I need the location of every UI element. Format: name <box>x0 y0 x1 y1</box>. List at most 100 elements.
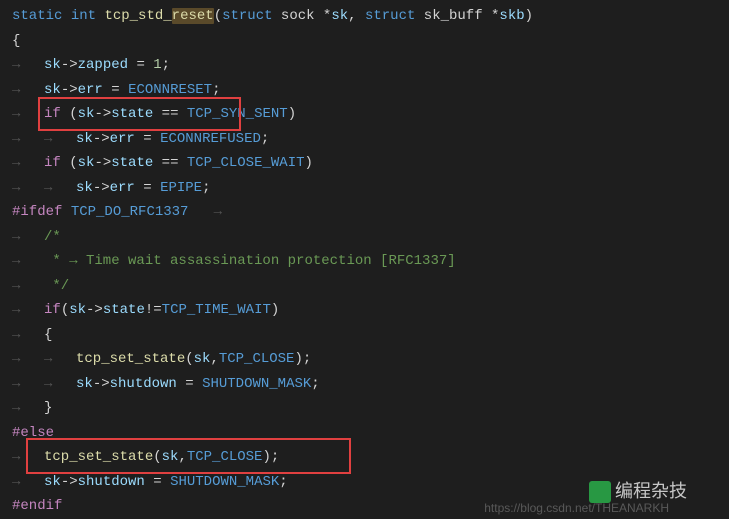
op: -> <box>93 180 110 196</box>
code-line[interactable]: → /* <box>0 225 729 250</box>
indent-guide: → <box>12 176 44 201</box>
op: -> <box>93 131 110 147</box>
var: sk <box>44 82 61 98</box>
op: = <box>135 131 160 147</box>
indent-guide: → <box>44 176 76 201</box>
code-line[interactable]: → sk->err = ECONNRESET; <box>0 78 729 103</box>
op: -> <box>61 82 78 98</box>
const: TCP_CLOSE_WAIT <box>187 155 305 171</box>
code-line[interactable]: → if (sk->state == TCP_CLOSE_WAIT) <box>0 151 729 176</box>
var: sk <box>78 155 95 171</box>
indent-guide: → <box>12 78 44 103</box>
param-sk: sk <box>331 8 348 24</box>
code-line[interactable]: { <box>0 29 729 54</box>
selection: reset <box>172 8 214 24</box>
code-line[interactable]: → tcp_set_state(sk,TCP_CLOSE); <box>0 445 729 470</box>
code-line[interactable]: → { <box>0 323 729 348</box>
member: shutdown <box>78 474 145 490</box>
op: = <box>145 474 170 490</box>
brace: } <box>44 400 52 416</box>
code-editor[interactable]: static int tcp_std_reset(struct sock *sk… <box>0 4 729 519</box>
code-line[interactable]: → */ <box>0 274 729 299</box>
code-line[interactable]: → → tcp_set_state(sk,TCP_CLOSE); <box>0 347 729 372</box>
kw-if: if <box>44 155 61 171</box>
indent-guide: → <box>44 127 76 152</box>
fn-call: tcp_set_state <box>76 351 185 367</box>
var: sk <box>44 474 61 490</box>
op: -> <box>94 106 111 122</box>
code-line[interactable]: → sk->zapped = 1; <box>0 53 729 78</box>
code-line[interactable]: #else <box>0 421 729 446</box>
indent-guide: → <box>12 249 44 274</box>
code-line[interactable]: → } <box>0 396 729 421</box>
param-skb: skb <box>499 8 524 24</box>
op: == <box>153 106 187 122</box>
comment: */ <box>44 278 69 294</box>
var: sk <box>76 376 93 392</box>
preproc: #ifdef <box>12 204 62 220</box>
code-line[interactable]: → * → Time wait assassination protection… <box>0 249 729 274</box>
watermark-label: 编程杂技 <box>589 477 687 503</box>
const: TCP_CLOSE <box>187 449 263 465</box>
const: TCP_TIME_WAIT <box>162 302 271 318</box>
number: 1 <box>153 57 161 73</box>
indent-guide: → <box>12 347 44 372</box>
var: sk <box>76 180 93 196</box>
var: sk <box>76 131 93 147</box>
var: sk <box>78 106 95 122</box>
op: = <box>177 376 202 392</box>
op: == <box>153 155 187 171</box>
comment: * → Time wait assassination protection [… <box>44 253 456 269</box>
code-line[interactable]: → → sk->shutdown = SHUTDOWN_MASK; <box>0 372 729 397</box>
var: sk <box>162 449 179 465</box>
const: TCP_SYN_SENT <box>187 106 288 122</box>
kw-static: static <box>12 8 62 24</box>
code-line[interactable]: → if (sk->state == TCP_SYN_SENT) <box>0 102 729 127</box>
const: EPIPE <box>160 180 202 196</box>
macro: TCP_DO_RFC1337 <box>71 204 189 220</box>
kw-struct: struct <box>365 8 415 24</box>
code-line[interactable]: static int tcp_std_reset(struct sock *sk… <box>0 4 729 29</box>
op: -> <box>94 155 111 171</box>
indent-guide: → <box>44 372 76 397</box>
guide: → <box>214 200 222 225</box>
type-skbuff: sk_buff <box>424 8 483 24</box>
code-line[interactable]: → → sk->err = EPIPE; <box>0 176 729 201</box>
const: SHUTDOWN_MASK <box>170 474 279 490</box>
wechat-icon <box>589 481 611 503</box>
op: != <box>145 302 162 318</box>
fn-name: tcp_std_reset <box>104 8 213 24</box>
indent-guide: → <box>12 396 44 421</box>
var: sk <box>44 57 61 73</box>
kw-if: if <box>44 302 61 318</box>
kw-int: int <box>71 8 96 24</box>
member: err <box>110 180 135 196</box>
indent-guide: → <box>12 151 44 176</box>
member: zapped <box>78 57 128 73</box>
watermark-url: https://blog.csdn.net/THEANARKH <box>484 501 669 515</box>
indent-guide: → <box>12 372 44 397</box>
code-line[interactable]: → if(sk->state!=TCP_TIME_WAIT) <box>0 298 729 323</box>
member: state <box>111 106 153 122</box>
op: -> <box>61 57 78 73</box>
op: = <box>128 57 153 73</box>
op: -> <box>93 376 110 392</box>
const: ECONNREFUSED <box>160 131 261 147</box>
member: err <box>110 131 135 147</box>
kw-if: if <box>44 106 61 122</box>
fn-call: tcp_set_state <box>44 449 153 465</box>
op: -> <box>61 474 78 490</box>
brace: { <box>12 33 20 49</box>
member: shutdown <box>110 376 177 392</box>
var: sk <box>194 351 211 367</box>
indent-guide: → <box>12 323 44 348</box>
indent-guide: → <box>12 127 44 152</box>
var: sk <box>69 302 86 318</box>
indent-guide: → <box>12 225 44 250</box>
code-line[interactable]: #ifdef TCP_DO_RFC1337 → <box>0 200 729 225</box>
indent-guide: → <box>44 347 76 372</box>
const: SHUTDOWN_MASK <box>202 376 311 392</box>
code-line[interactable]: → → sk->err = ECONNREFUSED; <box>0 127 729 152</box>
indent-guide: → <box>12 298 44 323</box>
member: err <box>78 82 103 98</box>
